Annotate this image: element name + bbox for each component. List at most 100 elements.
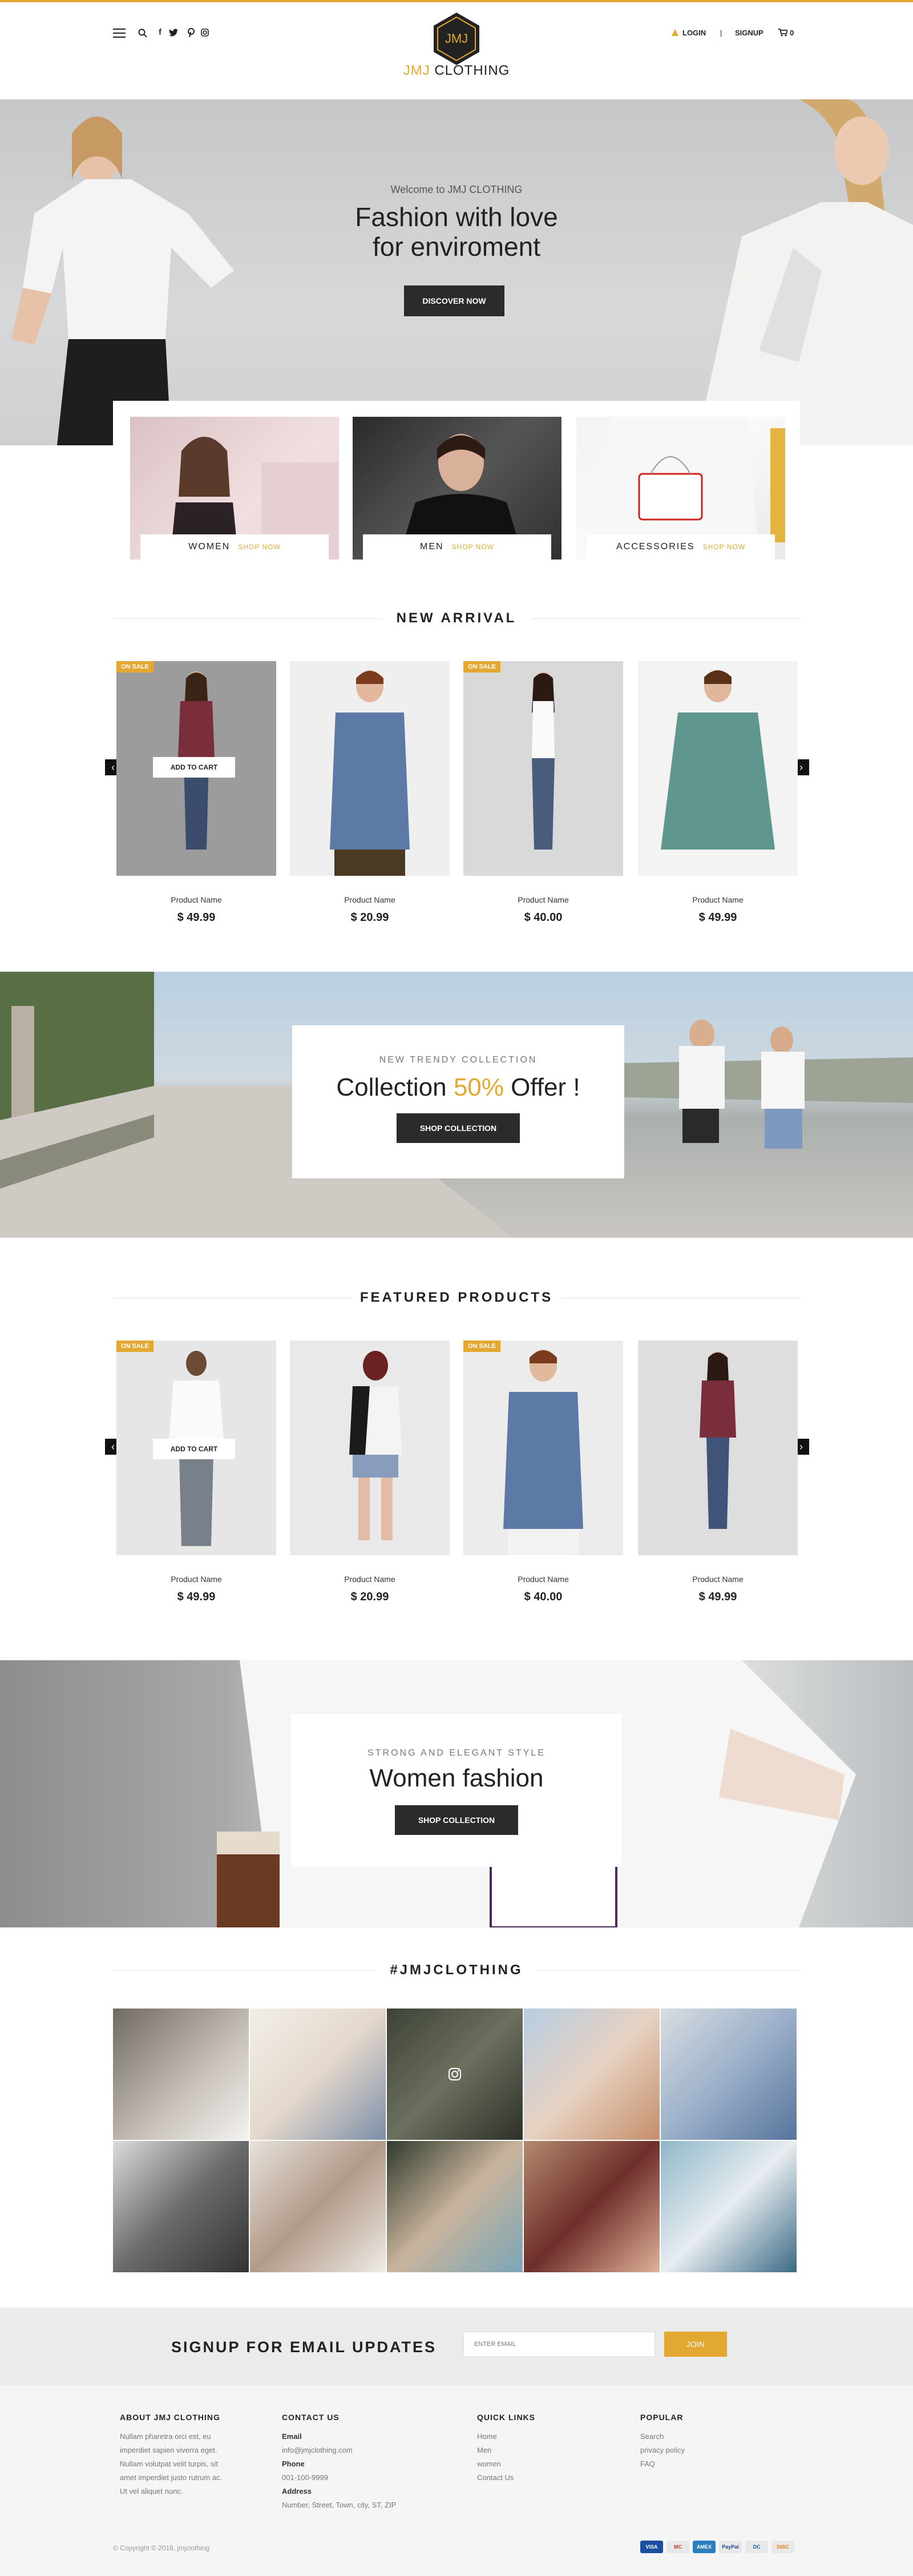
product-price: $ 49.99 [177,911,216,924]
footer-about-line: imperdiet sapien viverra eget. [120,2446,217,2454]
footer-popular-privacy[interactable]: privacy policy [640,2444,754,2457]
diners-club-icon: DC [745,2541,768,2553]
add-to-cart-button[interactable]: ADD TO CART [153,757,235,778]
collection-title: Collection 50% Offer ! [292,1073,624,1102]
new-arrival-heading: NEW ARRIVAL [113,610,800,627]
product-price: $ 20.99 [350,911,389,924]
category-men-shop-link[interactable]: SHOP NOW [452,543,494,551]
collection-discount: 50% [453,1073,504,1101]
new-arrival-card-4[interactable] [638,661,798,876]
footer-about-title: ABOUT JMJ CLOTHING [120,2413,220,2422]
footer-popular: POPULAR Search privacy policy FAQ [640,2413,754,2471]
featured-card-2[interactable] [290,1341,450,1555]
product-image [700,1351,736,1529]
category-men-label: MEN SHOP NOW [363,534,551,560]
women-fashion-box: STRONG AND ELEGANT STYLE Women fashion S… [291,1714,622,1867]
footer-link-contact[interactable]: Contact Us [477,2471,591,2485]
discover-now-button[interactable]: DISCOVER NOW [404,285,504,316]
featured-card-4[interactable] [638,1341,798,1555]
featured-card-3[interactable]: ON SALE [463,1341,623,1555]
search-icon[interactable] [138,29,147,38]
pinterest-icon[interactable] [187,28,195,37]
product-name[interactable]: Product Name [290,895,450,904]
footer-email[interactable]: info@jmjclothing.com [282,2444,430,2457]
product-name[interactable]: Product Name [116,895,276,904]
instagram-photo-1[interactable] [113,2009,249,2140]
category-accessories-shop-link[interactable]: SHOP NOW [703,543,745,551]
instagram-heading: #JMJCLOTHING [113,1962,800,1979]
on-sale-badge: ON SALE [116,1341,153,1352]
paypal-icon: PayPal [719,2541,742,2553]
product-name[interactable]: Product Name [290,1575,450,1584]
category-accessories[interactable]: ACCESSORIES SHOP NOW [576,417,785,560]
mastercard-icon: MC [666,2541,689,2553]
cart-icon[interactable] [778,29,787,37]
new-arrival-card-2[interactable] [290,661,450,876]
product-name[interactable]: Product Name [463,895,623,904]
footer-contact-title: CONTACT US [282,2413,340,2422]
jmj-logo[interactable]: JMJ [431,11,482,66]
category-accessories-label: ACCESSORIES SHOP NOW [587,534,775,560]
footer-popular-search[interactable]: Search [640,2430,754,2444]
twitter-icon[interactable] [169,29,178,37]
join-button[interactable]: JOIN [664,2332,727,2357]
email-signup-section [0,2308,913,2385]
instagram-photo-10[interactable] [661,2141,797,2272]
hero-title-line2: for enviroment [372,232,540,261]
product-image [330,670,410,876]
category-women[interactable]: WOMEN SHOP NOW [130,417,339,560]
new-arrival-card-1[interactable]: ON SALE ADD TO CART [116,661,276,876]
new-arrival-title: NEW ARRIVAL [396,610,517,626]
footer-link-men[interactable]: Men [477,2444,591,2457]
instagram-photo-5[interactable] [661,2009,797,2140]
instagram-icon[interactable] [201,29,209,37]
instagram-photo-9[interactable] [524,2141,660,2272]
svg-text:JMJ: JMJ [445,31,468,46]
email-label: Email [282,2432,302,2441]
product-name[interactable]: Product Name [116,1575,276,1584]
instagram-photo-2[interactable] [250,2009,386,2140]
menu-icon[interactable] [113,29,126,38]
instagram-photo-8[interactable] [387,2141,523,2272]
footer-link-women[interactable]: women [477,2457,591,2471]
footer-links-title: QUICK LINKS [477,2413,535,2422]
hero-model-right-image [696,99,913,445]
footer-link-home[interactable]: Home [477,2430,591,2444]
footer-contact: CONTACT US Email info@jmjclothing.com Ph… [282,2413,430,2512]
category-men[interactable]: MEN SHOP NOW [353,417,561,560]
footer-about-line: Nullam volutpat velit turpis, sit [120,2460,218,2468]
instagram-photo-6[interactable] [113,2141,249,2272]
new-arrival-card-3[interactable]: ON SALE [463,661,623,876]
product-price: $ 40.00 [524,911,563,924]
women-banner-subtitle: STRONG AND ELEGANT STYLE [367,1748,546,1758]
on-sale-badge: ON SALE [116,661,153,673]
address-label: Address [282,2487,312,2496]
category-women-label: WOMEN SHOP NOW [140,534,329,560]
login-link[interactable]: LOGIN [682,29,706,37]
product-name[interactable]: Product Name [638,895,798,904]
signup-title: SIGNUP FOR EMAIL UPDATES [171,2338,437,2356]
instagram-photo-4[interactable] [524,2009,660,2140]
footer-about-text: Nullam pharetra orci est, eu imperdiet s… [120,2430,257,2498]
add-to-cart-button[interactable]: ADD TO CART [153,1439,235,1459]
shop-collection-button[interactable]: SHOP COLLECTION [395,1805,518,1835]
category-women-shop-link[interactable]: SHOP NOW [238,543,280,551]
email-input[interactable] [463,2332,655,2357]
product-name[interactable]: Product Name [463,1575,623,1584]
featured-heading: FEATURED PRODUCTS [113,1289,800,1306]
footer-popular-faq[interactable]: FAQ [640,2457,754,2471]
product-name[interactable]: Product Name [638,1575,798,1584]
product-image [503,1350,583,1555]
instagram-photo-7[interactable] [250,2141,386,2272]
instagram-photo-3[interactable] [387,2009,523,2140]
on-sale-badge: ON SALE [463,1341,500,1352]
shop-collection-button[interactable]: SHOP COLLECTION [397,1113,520,1143]
featured-card-1[interactable]: ON SALE ADD TO CART [116,1341,276,1555]
footer-about-line: Ut vel aliquet nunc. [120,2487,183,2496]
facebook-icon[interactable]: f [159,27,161,37]
footer-about-line: amet imperdiet justo rutrum ac. [120,2473,223,2482]
product-image [532,672,555,850]
signup-link[interactable]: SIGNUP [735,29,763,37]
cart-count[interactable]: 0 [790,29,794,37]
collection-title-pre: Collection [336,1073,454,1101]
